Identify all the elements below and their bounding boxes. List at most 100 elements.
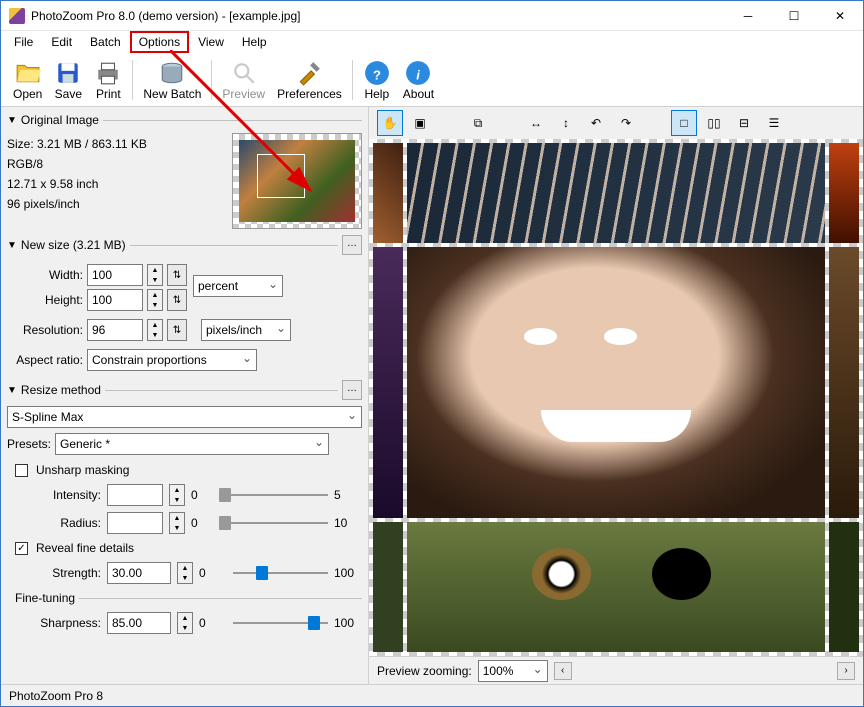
radius-slider[interactable] — [225, 513, 328, 533]
print-label: Print — [96, 87, 121, 101]
marquee-icon: ▣ — [414, 116, 425, 130]
width-link-button[interactable]: ⇅ — [167, 264, 187, 286]
rotate-cw-icon: ↷ — [621, 116, 631, 130]
resize-method-select[interactable]: S-Spline Max — [7, 406, 362, 428]
view-split-h-button[interactable]: ▯▯ — [701, 110, 727, 136]
magnifier-icon — [230, 59, 258, 87]
help-button[interactable]: ? Help — [357, 57, 397, 103]
help-label: Help — [364, 87, 389, 101]
sharpness-input[interactable] — [107, 612, 171, 634]
height-input[interactable] — [87, 289, 143, 311]
intensity-input[interactable] — [107, 484, 163, 506]
radius-spinner[interactable]: ▲▼ — [169, 512, 185, 534]
preferences-button[interactable]: Preferences — [271, 57, 348, 103]
resolution-unit-select[interactable]: pixels/inch — [201, 319, 291, 341]
new-batch-label: New Batch — [143, 87, 201, 101]
status-text: PhotoZoom Pro 8 — [9, 689, 103, 703]
open-button[interactable]: Open — [7, 57, 48, 103]
batch-icon — [158, 59, 186, 87]
scroll-right-button[interactable]: › — [837, 662, 855, 680]
toolbar-separator — [352, 60, 353, 100]
menu-view[interactable]: View — [189, 31, 233, 53]
flip-horizontal-button[interactable]: ↔ — [523, 110, 549, 136]
resize-method-options-button[interactable]: … — [342, 380, 362, 400]
menu-help[interactable]: Help — [233, 31, 276, 53]
collapse-icon: ▼ — [7, 115, 17, 126]
size-unit-select[interactable]: percent — [193, 275, 283, 297]
new-size-options-button[interactable]: … — [342, 235, 362, 255]
sharpness-spinner[interactable]: ▲▼ — [177, 612, 193, 634]
menu-batch[interactable]: Batch — [81, 31, 130, 53]
menu-options[interactable]: Options — [130, 31, 189, 53]
maximize-button[interactable]: ☐ — [771, 1, 817, 30]
resolution-spinner[interactable]: ▲▼ — [147, 319, 163, 341]
preview-toolbar: ✋ ▣ ⧉ ↔ ↕ ↶ ↷ □ ▯▯ ⊟ ☰ — [369, 107, 863, 139]
aspect-ratio-select[interactable]: Constrain proportions — [87, 349, 257, 371]
resize-method-header[interactable]: ▼ Resize method … — [7, 376, 362, 404]
view-split-v-button[interactable]: ⊟ — [731, 110, 757, 136]
about-button[interactable]: i About — [397, 57, 440, 103]
navigator-thumbnail[interactable] — [232, 133, 362, 229]
marquee-tool-button[interactable]: ▣ — [407, 110, 433, 136]
preview-button: Preview — [216, 57, 271, 103]
title-bar: PhotoZoom Pro 8.0 (demo version) - [exam… — [1, 1, 863, 31]
preview-viewport[interactable] — [369, 139, 863, 656]
resolution-link-button[interactable]: ⇅ — [167, 319, 187, 341]
square-icon: □ — [680, 116, 687, 130]
strength-slider[interactable] — [233, 563, 328, 583]
sharpness-slider[interactable] — [233, 613, 328, 633]
preview-zoom-select[interactable]: 100% — [478, 660, 548, 682]
height-link-button[interactable]: ⇅ — [167, 289, 187, 311]
print-button[interactable]: Print — [88, 57, 128, 103]
split-v-icon: ⊟ — [739, 116, 749, 130]
presets-select[interactable]: Generic * — [55, 433, 329, 455]
about-label: About — [403, 87, 434, 101]
original-dims: 12.71 x 9.58 inch — [7, 177, 224, 191]
intensity-slider[interactable] — [225, 485, 328, 505]
menu-edit[interactable]: Edit — [42, 31, 81, 53]
preview-zoom-label: Preview zooming: — [377, 664, 472, 678]
scroll-left-button[interactable]: ‹ — [554, 662, 572, 680]
split-h-icon: ▯▯ — [707, 116, 720, 130]
new-size-header[interactable]: ▼ New size (3.21 MB) … — [7, 231, 362, 259]
unsharp-checkbox[interactable] — [15, 464, 28, 477]
new-batch-button[interactable]: New Batch — [137, 57, 207, 103]
radius-input[interactable] — [107, 512, 163, 534]
help-icon: ? — [363, 59, 391, 87]
rotate-left-button[interactable]: ↶ — [583, 110, 609, 136]
width-spinner[interactable]: ▲▼ — [147, 264, 163, 286]
minimize-button[interactable]: ─ — [725, 1, 771, 30]
height-spinner[interactable]: ▲▼ — [147, 289, 163, 311]
original-image-header[interactable]: ▼ Original Image — [7, 109, 362, 131]
preview-footer: Preview zooming: 100% ‹ › — [369, 656, 863, 684]
open-label: Open — [13, 87, 42, 101]
intensity-spinner[interactable]: ▲▼ — [169, 484, 185, 506]
crop-icon: ⧉ — [474, 116, 483, 131]
preview-label: Preview — [222, 87, 265, 101]
reveal-checkbox[interactable]: ✓ — [15, 542, 28, 555]
preview-panel: ✋ ▣ ⧉ ↔ ↕ ↶ ↷ □ ▯▯ ⊟ ☰ Preview zooming: … — [369, 107, 863, 684]
rotate-ccw-icon: ↶ — [591, 116, 601, 130]
collapse-icon: ▼ — [7, 240, 17, 251]
flip-vertical-button[interactable]: ↕ — [553, 110, 579, 136]
crop-tool-button[interactable]: ⧉ — [465, 110, 491, 136]
main-toolbar: Open Save Print New Batch Preview Prefer… — [1, 53, 863, 107]
save-button[interactable]: Save — [48, 57, 88, 103]
printer-icon — [94, 59, 122, 87]
view-list-button[interactable]: ☰ — [761, 110, 787, 136]
rotate-right-button[interactable]: ↷ — [613, 110, 639, 136]
menu-file[interactable]: File — [5, 31, 42, 53]
hand-tool-button[interactable]: ✋ — [377, 110, 403, 136]
reveal-label: Reveal fine details — [36, 541, 134, 555]
hand-icon: ✋ — [383, 116, 398, 130]
width-input[interactable] — [87, 264, 143, 286]
menu-bar: File Edit Batch Options View Help — [1, 31, 863, 53]
window-title: PhotoZoom Pro 8.0 (demo version) - [exam… — [31, 9, 725, 23]
flip-h-icon: ↔ — [530, 116, 542, 130]
resolution-input[interactable] — [87, 319, 143, 341]
close-button[interactable]: ✕ — [817, 1, 863, 30]
original-size: Size: 3.21 MB / 863.11 KB — [7, 137, 224, 151]
strength-input[interactable] — [107, 562, 171, 584]
strength-spinner[interactable]: ▲▼ — [177, 562, 193, 584]
view-single-button[interactable]: □ — [671, 110, 697, 136]
